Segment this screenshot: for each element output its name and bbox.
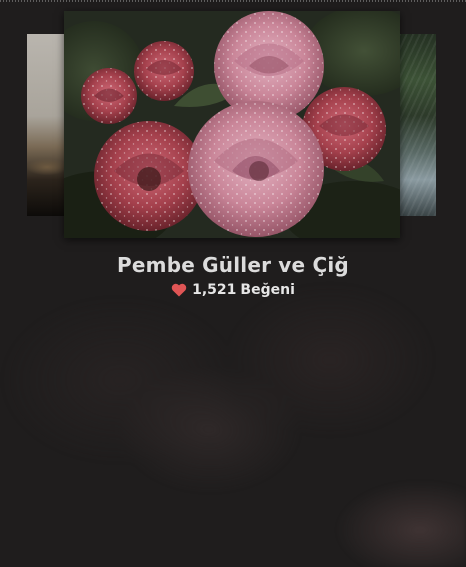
prev-photo-thumbnail[interactable] xyxy=(27,34,67,216)
photo-viewer-page: Pembe Güller ve Çiğ 1,521 Beğeni xyxy=(0,0,466,567)
roses-image xyxy=(64,11,400,238)
main-photo[interactable] xyxy=(64,11,400,238)
top-border xyxy=(0,0,466,2)
photo-caption: Pembe Güller ve Çiğ 1,521 Beğeni xyxy=(0,253,466,301)
next-photo-thumbnail[interactable] xyxy=(399,34,436,216)
photo-title: Pembe Güller ve Çiğ xyxy=(117,253,349,277)
likes-row[interactable]: 1,521 Beğeni xyxy=(171,282,295,298)
likes-label: Beğeni xyxy=(240,282,295,298)
likes-count: 1,521 xyxy=(192,282,237,298)
heart-icon[interactable] xyxy=(171,283,187,297)
